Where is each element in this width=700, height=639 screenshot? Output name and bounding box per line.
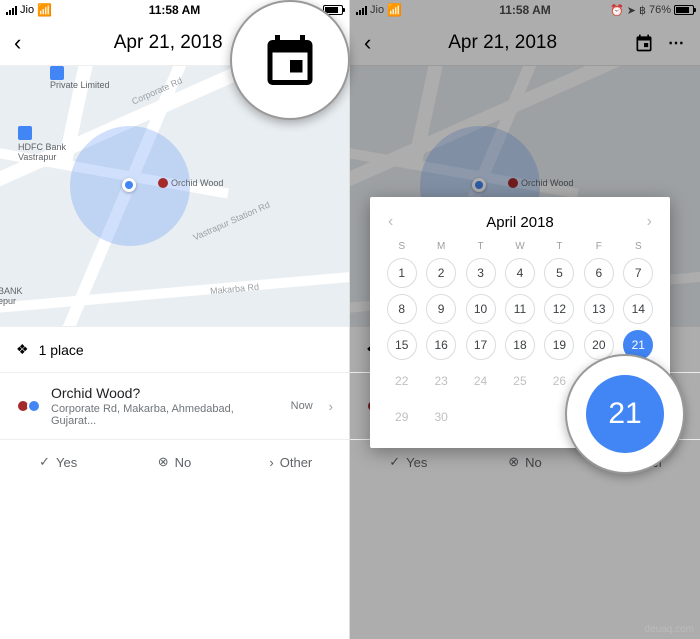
calendar-dow: S: [621, 241, 656, 252]
highlight-selected-day: 21: [565, 354, 685, 474]
calendar-day-future: 30: [426, 402, 456, 432]
calendar-day[interactable]: 8: [387, 294, 417, 324]
calendar-dow: M: [423, 241, 458, 252]
x-icon: ⊗: [508, 454, 519, 470]
calendar-day-future: 23: [426, 366, 456, 396]
battery-pct: 76%: [649, 4, 671, 16]
place-count-label: 1 place: [39, 342, 84, 358]
calendar-dow: W: [502, 241, 537, 252]
calendar-dow: S: [384, 241, 419, 252]
calendar-month-label: April 2018: [486, 214, 554, 231]
calendar-day[interactable]: 19: [544, 330, 574, 360]
page-title: Apr 21, 2018: [448, 32, 557, 54]
poi-orchid-wood: Orchid Wood: [508, 178, 573, 188]
place-row-icons: [16, 399, 41, 413]
next-month-button[interactable]: ›: [647, 213, 652, 231]
place-row-title: Orchid Wood?: [51, 385, 281, 401]
poi-orchid-wood[interactable]: Orchid Wood: [158, 178, 223, 188]
calendar-day-future: 22: [387, 366, 417, 396]
status-bar: Jio 📶 11:58 AM ⏰ ➤ ฿ 76%: [350, 0, 700, 20]
status-left: Jio 📶: [356, 3, 402, 17]
status-time: 11:58 AM: [499, 3, 551, 17]
place-count-row: ❖ 1 place: [0, 326, 349, 372]
calendar-day[interactable]: 3: [466, 258, 496, 288]
calendar-day[interactable]: 5: [544, 258, 574, 288]
page-title: Apr 21, 2018: [114, 32, 223, 54]
nav-arrow-icon: ➤: [627, 4, 636, 17]
highlight-calendar-icon: [230, 0, 350, 120]
back-button[interactable]: ‹: [14, 30, 21, 56]
back-button[interactable]: ‹: [364, 30, 371, 56]
calendar-day[interactable]: 14: [623, 294, 653, 324]
place-pin-icon: ❖: [16, 341, 29, 358]
calendar-day[interactable]: 6: [584, 258, 614, 288]
calendar-day[interactable]: 2: [426, 258, 456, 288]
calendar-day[interactable]: 11: [505, 294, 535, 324]
calendar-dow: T: [542, 241, 577, 252]
battery-icon: [674, 5, 694, 15]
check-icon: ✓: [39, 454, 50, 470]
calendar-dow: T: [463, 241, 498, 252]
yes-button[interactable]: ✓Yes: [0, 440, 116, 484]
bluetooth-icon: ฿: [639, 4, 646, 17]
calendar-day[interactable]: 17: [466, 330, 496, 360]
wifi-icon: 📶: [387, 3, 402, 17]
no-button[interactable]: ⊗No: [116, 440, 232, 484]
x-icon: ⊗: [158, 454, 169, 470]
poi-hdfc: HDFC BankVastrapur: [18, 126, 66, 162]
calendar-day[interactable]: 18: [505, 330, 535, 360]
calendar-dow: F: [581, 241, 616, 252]
road-label-station: Vastrapur Station Rd: [192, 200, 272, 243]
calendar-day[interactable]: 4: [505, 258, 535, 288]
selected-day-big: 21: [586, 375, 664, 453]
calendar-day[interactable]: 9: [426, 294, 456, 324]
watermark: deuaq.com: [645, 624, 694, 635]
place-row-time: Now: [291, 400, 313, 412]
signal-bars-icon: [356, 5, 367, 15]
more-icon[interactable]: ⋯: [668, 33, 686, 53]
check-icon: ✓: [389, 454, 400, 470]
chevron-right-icon: ›: [269, 455, 273, 470]
calendar-icon-large: [260, 30, 320, 90]
poi-bank: BANKepur: [0, 286, 23, 306]
calendar-day[interactable]: 1: [387, 258, 417, 288]
calendar-day-future: 25: [505, 366, 535, 396]
calendar-icon[interactable]: [634, 33, 654, 53]
wifi-icon: 📶: [37, 3, 52, 17]
status-right: ⏰ ➤ ฿ 76%: [610, 4, 694, 17]
signal-bars-icon: [6, 5, 17, 15]
calendar-day[interactable]: 13: [584, 294, 614, 324]
chevron-right-icon: ›: [329, 399, 333, 414]
prev-month-button[interactable]: ‹: [388, 213, 393, 231]
current-location-dot: [472, 178, 486, 192]
poi-private: Private Limited: [50, 66, 110, 90]
status-left: Jio 📶: [6, 3, 52, 17]
place-row-orchid[interactable]: Orchid Wood? Corporate Rd, Makarba, Ahme…: [0, 372, 349, 439]
calendar-day[interactable]: 15: [387, 330, 417, 360]
place-row-subtitle: Corporate Rd, Makarba, Ahmedabad, Gujara…: [51, 403, 281, 427]
nav-bar: ‹ Apr 21, 2018 ⋯: [350, 20, 700, 66]
carrier-label: Jio: [20, 4, 34, 16]
calendar-day-future: 24: [466, 366, 496, 396]
other-button[interactable]: ›Other: [233, 440, 349, 484]
calendar-day[interactable]: 12: [544, 294, 574, 324]
calendar-day-future: 29: [387, 402, 417, 432]
status-time: 11:58 AM: [149, 3, 201, 17]
carrier-label: Jio: [370, 4, 384, 16]
calendar-day[interactable]: 10: [466, 294, 496, 324]
calendar-day[interactable]: 7: [623, 258, 653, 288]
alarm-icon: ⏰: [610, 4, 624, 17]
confirm-actions: ✓Yes ⊗No ›Other: [0, 439, 349, 484]
calendar-day[interactable]: 16: [426, 330, 456, 360]
current-location-dot: [122, 178, 136, 192]
